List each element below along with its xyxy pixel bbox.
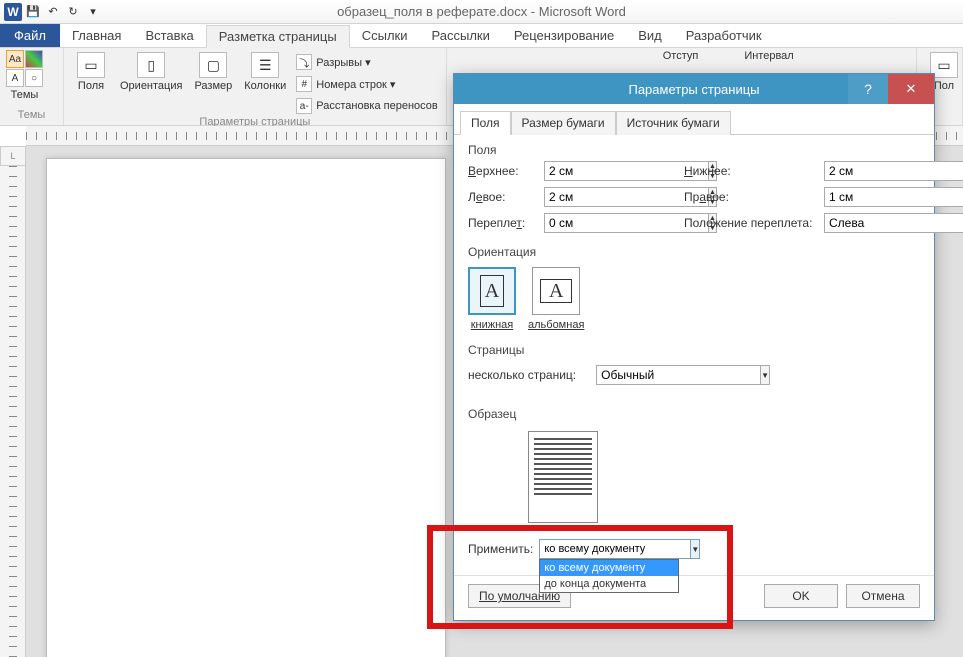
ribbon-tabs: Файл Главная Вставка Разметка страницы С… bbox=[0, 24, 963, 48]
hyphenation-icon: a- bbox=[296, 98, 312, 114]
hyphenation-button[interactable]: a-Расстановка переносов bbox=[294, 96, 439, 116]
vertical-ruler[interactable] bbox=[0, 146, 26, 657]
size-icon: ▢ bbox=[199, 52, 227, 78]
gutter-position-label: Положение переплета: bbox=[684, 216, 824, 230]
preview-group-label: Образец bbox=[468, 407, 920, 425]
ok-button[interactable]: OK bbox=[764, 584, 838, 608]
line-numbers-button[interactable]: #Номера строк ▾ bbox=[294, 74, 439, 94]
title-bar: W 💾 ↶ ↻ ▾ образец_поля в реферате.docx -… bbox=[0, 0, 963, 24]
quick-access-toolbar: W 💾 ↶ ↻ ▾ bbox=[4, 3, 102, 21]
breaks-button[interactable]: ⤵Разрывы ▾ bbox=[294, 52, 439, 72]
orientation-portrait[interactable]: A bbox=[468, 267, 516, 315]
portrait-label: книжная bbox=[471, 319, 514, 331]
right-margin-input[interactable]: ▲▼ bbox=[824, 187, 914, 207]
orientation-landscape[interactable]: A bbox=[532, 267, 580, 315]
theme-fonts-icon[interactable]: A bbox=[6, 69, 24, 87]
theme-swatch-icon[interactable]: Aa bbox=[6, 50, 24, 68]
margins-icon: ▭ bbox=[77, 52, 105, 78]
breaks-icon: ⤵ bbox=[296, 54, 312, 70]
help-button[interactable]: ? bbox=[848, 74, 888, 104]
dialog-tab-paper[interactable]: Размер бумаги bbox=[511, 111, 616, 135]
group-label-themes: Темы bbox=[6, 109, 57, 123]
tab-page-layout[interactable]: Разметка страницы bbox=[206, 25, 350, 48]
gutter-label: Переплет: bbox=[468, 216, 544, 230]
top-margin-label: Верхнее: bbox=[468, 164, 544, 178]
chevron-down-icon[interactable]: ▼ bbox=[691, 539, 700, 559]
apply-option-whole-doc[interactable]: ко всему документу bbox=[540, 560, 678, 576]
document-page[interactable] bbox=[46, 158, 446, 657]
orientation-icon: ▯ bbox=[137, 52, 165, 78]
apply-to-select[interactable]: ▼ ко всему документу до конца документа bbox=[539, 539, 679, 559]
multiple-pages-label: несколько страниц: bbox=[468, 368, 576, 382]
line-numbers-icon: # bbox=[296, 76, 312, 92]
dialog-tab-margins[interactable]: Поля bbox=[460, 111, 511, 135]
redo-icon[interactable]: ↻ bbox=[64, 3, 82, 21]
themes-button[interactable]: Темы bbox=[11, 89, 39, 101]
tab-references[interactable]: Ссылки bbox=[350, 24, 420, 47]
apply-option-to-end[interactable]: до конца документа bbox=[540, 576, 678, 592]
spacing-label: Интервал bbox=[744, 50, 793, 62]
page-setup-dialog: Параметры страницы ? ✕ Поля Размер бумаг… bbox=[453, 73, 935, 621]
gutter-input[interactable]: ▲▼ bbox=[544, 213, 634, 233]
dialog-tabs: Поля Размер бумаги Источник бумаги bbox=[454, 104, 934, 135]
undo-icon[interactable]: ↶ bbox=[44, 3, 62, 21]
bottom-margin-input[interactable]: ▲▼ bbox=[824, 161, 914, 181]
word-icon: W bbox=[4, 3, 22, 21]
columns-icon: ☰ bbox=[251, 52, 279, 78]
tab-review[interactable]: Рецензирование bbox=[502, 24, 626, 47]
orientation-button[interactable]: ▯Ориентация bbox=[116, 50, 186, 94]
save-icon[interactable]: 💾 bbox=[24, 3, 42, 21]
tab-mailings[interactable]: Рассылки bbox=[420, 24, 502, 47]
preview-icon bbox=[528, 431, 598, 523]
margins-button[interactable]: ▭Поля bbox=[70, 50, 112, 94]
ruler-corner: L bbox=[0, 146, 26, 166]
indent-label: Отступ bbox=[663, 50, 699, 62]
orientation-group-label: Ориентация bbox=[468, 245, 920, 263]
apply-to-dropdown: ко всему документу до конца документа bbox=[539, 559, 679, 593]
tab-file[interactable]: Файл bbox=[0, 24, 60, 47]
tab-insert[interactable]: Вставка bbox=[133, 24, 205, 47]
apply-to-label: Применить: bbox=[468, 542, 533, 556]
columns-button[interactable]: ☰Колонки bbox=[240, 50, 290, 94]
tab-developer[interactable]: Разработчик bbox=[674, 24, 774, 47]
dialog-title: Параметры страницы bbox=[628, 82, 759, 97]
dialog-titlebar[interactable]: Параметры страницы ? ✕ bbox=[454, 74, 934, 104]
theme-colors-icon[interactable] bbox=[25, 50, 43, 68]
size-button[interactable]: ▢Размер bbox=[190, 50, 236, 94]
document-title: образец_поля в реферате.docx - Microsoft… bbox=[337, 4, 626, 19]
gutter-position-select[interactable]: ▼ bbox=[824, 213, 914, 233]
left-margin-label: Левое: bbox=[468, 190, 544, 204]
top-margin-input[interactable]: ▲▼ bbox=[544, 161, 634, 181]
cancel-button[interactable]: Отмена bbox=[846, 584, 920, 608]
landscape-label: альбомная bbox=[528, 319, 584, 331]
chevron-down-icon[interactable]: ▼ bbox=[761, 365, 770, 385]
theme-effects-icon[interactable]: ○ bbox=[25, 69, 43, 87]
left-margin-input[interactable]: ▲▼ bbox=[544, 187, 634, 207]
right-margin-label: Правое: bbox=[684, 190, 824, 204]
dialog-tab-source[interactable]: Источник бумаги bbox=[616, 111, 731, 135]
tab-home[interactable]: Главная bbox=[60, 24, 133, 47]
pages-group-label: Страницы bbox=[468, 343, 920, 361]
tab-view[interactable]: Вид bbox=[626, 24, 674, 47]
multiple-pages-select[interactable]: ▼ bbox=[596, 365, 746, 385]
margins-group-label: Поля bbox=[468, 143, 920, 161]
close-button[interactable]: ✕ bbox=[888, 74, 934, 104]
qat-dropdown-icon[interactable]: ▾ bbox=[84, 3, 102, 21]
bottom-margin-label: Нижнее: bbox=[684, 164, 824, 178]
